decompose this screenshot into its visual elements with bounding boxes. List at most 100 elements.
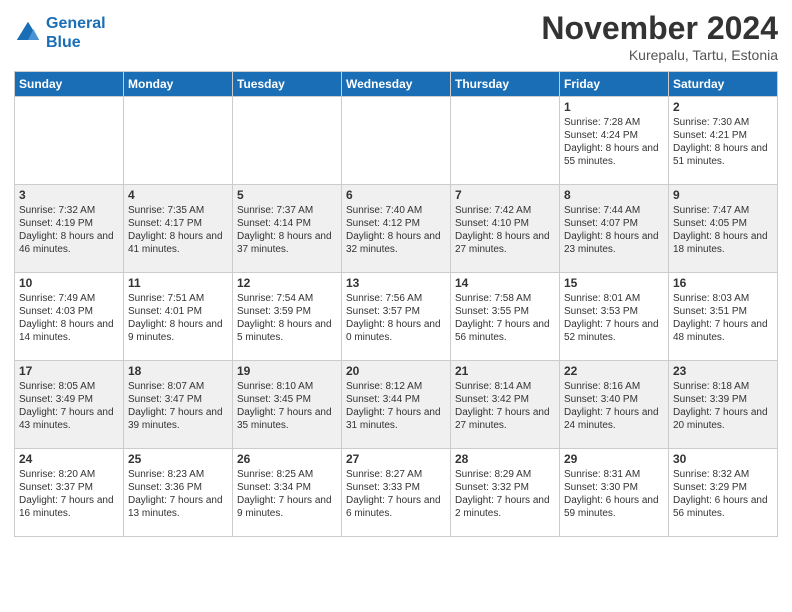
day-info: Sunset: 3:42 PM — [455, 393, 555, 406]
day-info: Sunrise: 7:49 AM — [19, 292, 119, 305]
table-row — [124, 97, 233, 185]
table-row — [233, 97, 342, 185]
day-info: Daylight: 8 hours and 32 minutes. — [346, 230, 446, 256]
calendar-week-row: 10 Sunrise: 7:49 AMSunset: 4:03 PM Dayligh… — [15, 273, 778, 361]
day-info: Sunrise: 7:47 AM — [673, 204, 773, 217]
day-info: Daylight: 7 hours and 56 minutes. — [455, 318, 555, 344]
day-number: 1 — [564, 100, 664, 114]
day-info: Daylight: 8 hours and 51 minutes. — [673, 142, 773, 168]
day-info: Sunrise: 7:37 AM — [237, 204, 337, 217]
day-number: 17 — [19, 364, 119, 378]
day-number: 24 — [19, 452, 119, 466]
table-row: 8Sunrise: 7:44 AMSunset: 4:07 PMDaylight… — [560, 185, 669, 273]
table-row: 22Sunrise: 8:16 AMSunset: 3:40 PMDayligh… — [560, 361, 669, 449]
day-info: Daylight: 7 hours and 31 minutes. — [346, 406, 446, 432]
logo-icon — [14, 19, 42, 47]
table-row: 29Sunrise: 8:31 AMSunset: 3:30 PMDayligh… — [560, 449, 669, 537]
table-row: 26Sunrise: 8:25 AMSunset: 3:34 PMDayligh… — [233, 449, 342, 537]
day-info: Sunrise: 8:29 AM — [455, 468, 555, 481]
table-row — [342, 97, 451, 185]
day-number: 11 — [128, 276, 228, 290]
day-info: Daylight: 7 hours and 2 minutes. — [455, 494, 555, 520]
table-row: 2Sunrise: 7:30 AMSunset: 4:21 PMDaylight… — [669, 97, 778, 185]
day-info: Sunset: 3:44 PM — [346, 393, 446, 406]
day-number: 16 — [673, 276, 773, 290]
page: General Blue November 2024 Kurepalu, Tar… — [0, 0, 792, 612]
day-info: Sunset: 3:32 PM — [455, 481, 555, 494]
day-info: Daylight: 8 hours and 37 minutes. — [237, 230, 337, 256]
table-row: 27Sunrise: 8:27 AMSunset: 3:33 PMDayligh… — [342, 449, 451, 537]
day-info: Daylight: 7 hours and 16 minutes. — [19, 494, 119, 520]
day-info: Sunset: 4:05 PM — [673, 217, 773, 230]
day-number: 10 — [19, 276, 119, 290]
day-info: Sunset: 4:17 PM — [128, 217, 228, 230]
col-tuesday: Tuesday — [233, 72, 342, 97]
day-number: 14 — [455, 276, 555, 290]
day-number: 4 — [128, 188, 228, 202]
day-info: Sunset: 3:45 PM — [237, 393, 337, 406]
day-number: 7 — [455, 188, 555, 202]
col-sunday: Sunday — [15, 72, 124, 97]
table-row: 12Sunrise: 7:54 AMSunset: 3:59 PMDayligh… — [233, 273, 342, 361]
day-info: Sunrise: 8:16 AM — [564, 380, 664, 393]
table-row: 5Sunrise: 7:37 AMSunset: 4:14 PMDaylight… — [233, 185, 342, 273]
day-number: 13 — [346, 276, 446, 290]
day-info: Daylight: 7 hours and 48 minutes. — [673, 318, 773, 344]
day-info: Sunset: 4:03 PM — [19, 305, 119, 318]
day-number: 20 — [346, 364, 446, 378]
day-info: Sunrise: 8:03 AM — [673, 292, 773, 305]
day-info: Sunrise: 8:10 AM — [237, 380, 337, 393]
day-info: Sunrise: 7:42 AM — [455, 204, 555, 217]
day-info: Sunrise: 7:30 AM — [673, 116, 773, 129]
day-info: Daylight: 8 hours and 9 minutes. — [128, 318, 228, 344]
day-info: Sunset: 3:59 PM — [237, 305, 337, 318]
day-info: Daylight: 7 hours and 24 minutes. — [564, 406, 664, 432]
day-number: 30 — [673, 452, 773, 466]
table-row: 10Sunrise: 7:49 AMSunset: 4:03 PMDayligh… — [15, 273, 124, 361]
table-row: 17Sunrise: 8:05 AMSunset: 3:49 PMDayligh… — [15, 361, 124, 449]
day-info: Sunrise: 8:12 AM — [346, 380, 446, 393]
table-row: 25Sunrise: 8:23 AMSunset: 3:36 PMDayligh… — [124, 449, 233, 537]
table-row: 30Sunrise: 8:32 AMSunset: 3:29 PMDayligh… — [669, 449, 778, 537]
month-title: November 2024 — [541, 10, 778, 47]
table-row: 20 Sunrise: 8:12 AMSunset: 3:44 PMDayligh… — [342, 361, 451, 449]
day-number: 23 — [673, 364, 773, 378]
day-info: Sunrise: 7:28 AM — [564, 116, 664, 129]
col-friday: Friday — [560, 72, 669, 97]
day-info: Sunrise: 8:23 AM — [128, 468, 228, 481]
logo: General Blue — [14, 14, 106, 52]
day-info: Sunset: 3:30 PM — [564, 481, 664, 494]
calendar-week-row: 17Sunrise: 8:05 AMSunset: 3:49 PMDayligh… — [15, 361, 778, 449]
col-monday: Monday — [124, 72, 233, 97]
day-info: Sunset: 3:37 PM — [19, 481, 119, 494]
day-info: Daylight: 7 hours and 43 minutes. — [19, 406, 119, 432]
day-info: Daylight: 8 hours and 46 minutes. — [19, 230, 119, 256]
day-number: 5 — [237, 188, 337, 202]
day-info: Sunset: 3:49 PM — [19, 393, 119, 406]
day-number: 28 — [455, 452, 555, 466]
day-info: Sunrise: 7:58 AM — [455, 292, 555, 305]
day-info: Sunset: 4:19 PM — [19, 217, 119, 230]
day-info: Daylight: 8 hours and 27 minutes. — [455, 230, 555, 256]
day-info: Sunrise: 8:32 AM — [673, 468, 773, 481]
day-info: Sunset: 4:01 PM — [128, 305, 228, 318]
day-info: Daylight: 7 hours and 13 minutes. — [128, 494, 228, 520]
day-number: 22 — [564, 364, 664, 378]
logo-text: General Blue — [46, 14, 106, 52]
day-info: Sunrise: 7:51 AM — [128, 292, 228, 305]
table-row: 3Sunrise: 7:32 AMSunset: 4:19 PMDaylight… — [15, 185, 124, 273]
day-number: 19 — [237, 364, 337, 378]
calendar: Sunday Monday Tuesday Wednesday Thursday… — [14, 71, 778, 537]
header: General Blue November 2024 Kurepalu, Tar… — [14, 10, 778, 63]
calendar-header-row: Sunday Monday Tuesday Wednesday Thursday… — [15, 72, 778, 97]
day-info: Daylight: 7 hours and 20 minutes. — [673, 406, 773, 432]
table-row: 13Sunrise: 7:56 AMSunset: 3:57 PMDayligh… — [342, 273, 451, 361]
day-info: Daylight: 7 hours and 9 minutes. — [237, 494, 337, 520]
table-row: 23Sunrise: 8:18 AMSunset: 3:39 PMDayligh… — [669, 361, 778, 449]
day-number: 2 — [673, 100, 773, 114]
table-row: 24Sunrise: 8:20 AMSunset: 3:37 PMDayligh… — [15, 449, 124, 537]
day-info: Sunset: 3:57 PM — [346, 305, 446, 318]
day-info: Daylight: 7 hours and 39 minutes. — [128, 406, 228, 432]
day-info: Daylight: 6 hours and 56 minutes. — [673, 494, 773, 520]
day-info: Sunrise: 7:35 AM — [128, 204, 228, 217]
